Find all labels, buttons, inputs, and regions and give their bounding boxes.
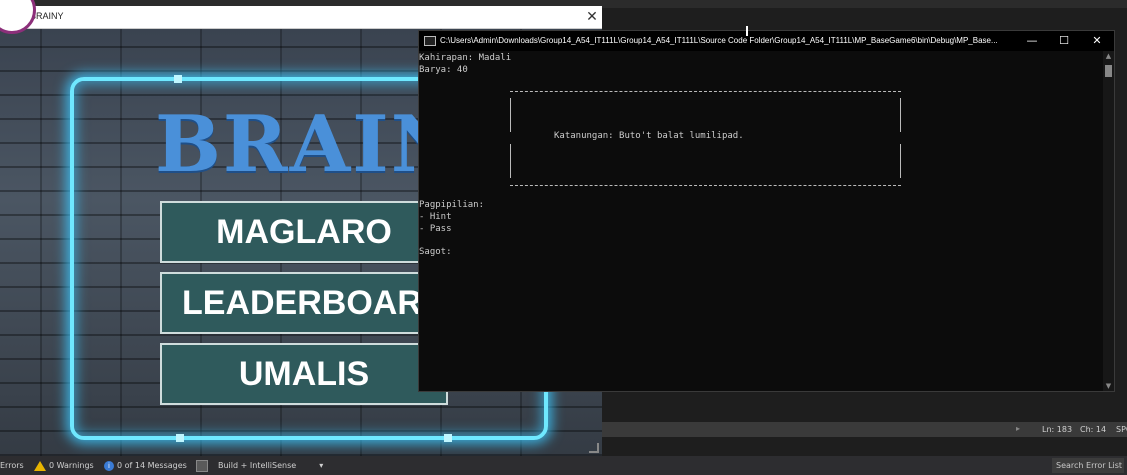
question-box-border: [900, 98, 901, 132]
money-line: Barya: 40: [419, 65, 468, 75]
status-line-number: Ln: 183: [1042, 425, 1073, 434]
console-minimize-button[interactable]: —: [1016, 31, 1048, 51]
errors-filter-button[interactable]: Errors: [0, 456, 24, 475]
search-error-list-input[interactable]: Search Error List: [1052, 458, 1124, 473]
play-button[interactable]: MAGLARO: [160, 201, 448, 263]
filter-toggle-button[interactable]: [196, 456, 208, 475]
option-pass: - Pass: [419, 224, 452, 234]
scroll-down-icon[interactable]: ▼: [1103, 381, 1114, 391]
console-output[interactable]: Kahirapan: Madali Barya: 40 Katanungan: …: [419, 51, 1104, 391]
scroll-thumb[interactable]: [1105, 65, 1112, 77]
question-box: Katanungan: Buto't balat lumilipad.: [510, 91, 901, 186]
build-filter-dropdown[interactable]: Build + IntelliSense ▾: [218, 456, 323, 475]
errors-label: Errors: [0, 461, 24, 470]
filter-icon: [196, 459, 208, 472]
neon-frame-marker: [174, 75, 182, 83]
question-box-border: [900, 144, 901, 178]
ide-editor-area[interactable]: [602, 392, 1127, 422]
messages-filter-button[interactable]: i 0 of 14 Messages: [104, 456, 187, 475]
info-icon: i: [104, 460, 114, 471]
mouse-cursor-icon: [746, 26, 748, 36]
neon-frame-marker: [444, 434, 452, 442]
warnings-label: 0 Warnings: [49, 461, 94, 470]
options-header: Pagpipilian:: [419, 200, 485, 210]
build-filter-label: Build + IntelliSense: [218, 461, 297, 470]
answer-prompt: Sagot:: [419, 247, 452, 257]
option-hint: - Hint: [419, 212, 452, 222]
ide-status-bar: ▸ Ln: 183 Ch: 14 SPC: [602, 422, 1127, 437]
console-app-icon: [424, 36, 436, 46]
messages-label: 0 of 14 Messages: [117, 461, 187, 470]
question-text: Katanungan: Buto't balat lumilipad.: [554, 131, 744, 141]
status-column-number: Ch: 14: [1080, 425, 1107, 434]
console-close-button[interactable]: ✕: [1081, 31, 1113, 51]
warning-icon: [34, 460, 46, 471]
game-titlebar[interactable]: BRAINY ✕: [0, 6, 602, 29]
error-list-toolbar: Errors 0 Warnings i 0 of 14 Messages Bui…: [0, 456, 1127, 475]
console-window-title: C:\Users\Admin\Downloads\Group14_A54_IT1…: [440, 36, 998, 45]
scroll-up-icon[interactable]: ▲: [1103, 51, 1114, 61]
neon-frame-marker: [176, 434, 184, 442]
console-scrollbar[interactable]: ▲ ▼: [1103, 51, 1114, 391]
quit-button[interactable]: UMALIS: [160, 343, 448, 405]
brick-line: [40, 29, 42, 456]
chevron-down-icon: ▾: [319, 461, 324, 470]
console-window: C:\Users\Admin\Downloads\Group14_A54_IT1…: [418, 30, 1115, 392]
game-close-button[interactable]: ✕: [584, 8, 600, 26]
question-box-border: [510, 144, 511, 178]
resize-grip-icon[interactable]: [589, 443, 599, 453]
leaderboard-button[interactable]: LEADERBOARD: [160, 272, 448, 334]
console-maximize-button[interactable]: ☐: [1048, 31, 1080, 51]
status-spacing: SPC: [1116, 425, 1127, 434]
status-arrow-icon: ▸: [1016, 424, 1021, 433]
console-titlebar[interactable]: C:\Users\Admin\Downloads\Group14_A54_IT1…: [419, 31, 1114, 51]
warnings-filter-button[interactable]: 0 Warnings: [34, 456, 94, 475]
question-box-border: [510, 98, 511, 132]
difficulty-line: Kahirapan: Madali: [419, 53, 512, 63]
